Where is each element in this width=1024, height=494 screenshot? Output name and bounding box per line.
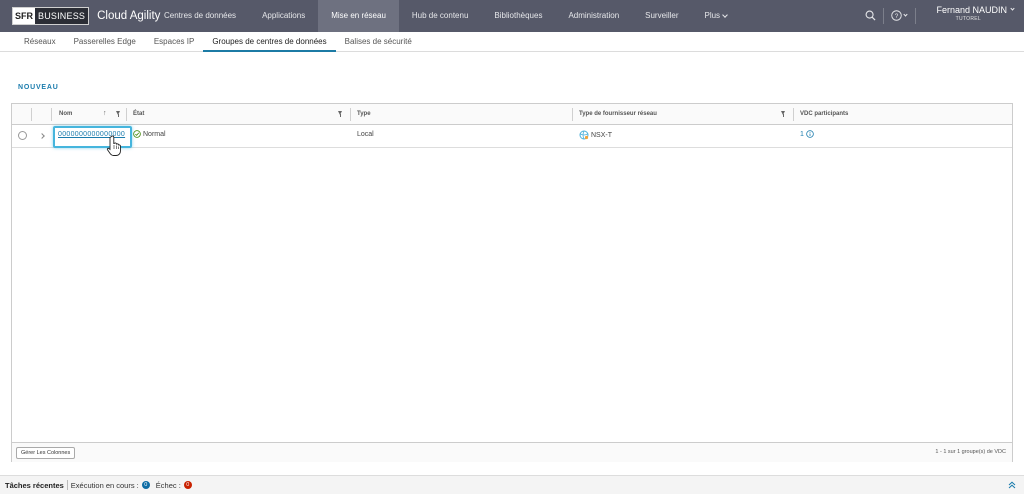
check-circle-icon: [133, 130, 141, 138]
nav-administration[interactable]: Administration: [555, 0, 632, 32]
nav-hub-de-contenu[interactable]: Hub de contenu: [399, 0, 482, 32]
recent-tasks-title[interactable]: Tâches récentes: [5, 481, 64, 490]
chevron-down-icon: [722, 11, 728, 18]
running-count-badge: 0: [141, 481, 150, 489]
sort-ascending-icon[interactable]: ↑: [103, 109, 107, 119]
help-icon: ?: [891, 10, 902, 21]
help-menu[interactable]: ?: [891, 10, 908, 21]
top-header: SFR BUSINESS Cloud Agility Centres de do…: [0, 0, 1024, 32]
hand-pointer-cursor-icon: [106, 135, 121, 156]
nav-plus[interactable]: Plus: [691, 0, 740, 32]
sub-nav: Réseaux Passerelles Edge Espaces IP Grou…: [0, 32, 1024, 52]
failed-tasks[interactable]: Échec : 0: [156, 481, 192, 490]
chevron-right-icon[interactable]: [39, 133, 45, 139]
grid-footer: Gérer Les Colonnes 1 - 1 sur 1 groupe(s)…: [12, 442, 1012, 462]
nav-surveiller[interactable]: Surveiller: [632, 0, 691, 32]
taskbar-divider: [66, 480, 68, 490]
nsx-globe-icon: [579, 130, 589, 140]
column-divider: [126, 108, 127, 121]
svg-text:?: ?: [895, 13, 899, 20]
running-tasks[interactable]: Exécution en cours : 0: [71, 481, 150, 490]
header-divider: [883, 8, 884, 24]
tab-espaces-ip[interactable]: Espaces IP: [145, 32, 203, 52]
column-header-nom[interactable]: Nom: [59, 104, 72, 124]
column-divider: [31, 108, 32, 121]
failed-count-badge: 0: [183, 481, 192, 489]
chevron-down-icon: [1010, 6, 1015, 11]
row-select-radio[interactable]: [18, 131, 27, 140]
state-text: Normal: [143, 130, 166, 138]
provider-text: NSX-T: [591, 131, 612, 139]
grid-header: Nom ↑ État Type Type de fournisseur rése…: [12, 104, 1012, 125]
column-header-vdc[interactable]: VDC participants: [800, 104, 848, 124]
filter-icon[interactable]: [781, 111, 785, 117]
nav-bibliotheques[interactable]: Bibliothèques: [481, 0, 555, 32]
table-row[interactable]: 0000000000000000 Normal Local NSX-T 1: [12, 125, 1012, 156]
main-nav: Centres de données Applications Mise en …: [151, 0, 740, 32]
filter-icon[interactable]: [338, 111, 342, 117]
user-menu[interactable]: Fernand NAUDIN TUTOREL: [924, 5, 1015, 22]
search-icon[interactable]: [865, 10, 876, 21]
tab-groupes-centres-de-donnees[interactable]: Groupes de centres de données: [203, 32, 336, 52]
user-name: Fernand NAUDIN: [936, 5, 1007, 15]
header-divider: [915, 8, 916, 24]
tab-passerelles-edge[interactable]: Passerelles Edge: [65, 32, 145, 52]
manage-columns-button[interactable]: Gérer Les Colonnes: [16, 447, 76, 459]
column-divider: [51, 108, 52, 121]
chevron-down-icon: [903, 11, 908, 17]
column-header-type[interactable]: Type: [357, 104, 371, 124]
nav-centres-de-donnees[interactable]: Centres de données: [151, 0, 249, 32]
new-button[interactable]: NOUVEAU: [18, 84, 59, 91]
column-divider: [793, 108, 794, 121]
logo-business-text: BUSINESS: [35, 8, 89, 24]
type-cell: Local: [357, 131, 374, 138]
vdc-groups-grid: Nom ↑ État Type Type de fournisseur rése…: [11, 103, 1013, 462]
column-header-fournisseur[interactable]: Type de fournisseur réseau: [579, 104, 657, 124]
user-name-row: Fernand NAUDIN: [924, 5, 1015, 15]
nav-mise-en-reseau[interactable]: Mise en réseau: [318, 0, 399, 32]
user-role: TUTOREL: [955, 16, 981, 22]
double-chevron-up-icon[interactable]: [1008, 481, 1016, 489]
sfr-business-logo: SFR BUSINESS: [12, 7, 90, 25]
filter-icon[interactable]: [116, 111, 120, 117]
logo-sfr-text: SFR: [13, 8, 35, 24]
failed-label: Échec :: [155, 480, 181, 490]
provider-cell: NSX-T: [579, 130, 612, 140]
tab-balises-de-securite[interactable]: Balises de sécurité: [336, 32, 421, 52]
pagination-text: 1 - 1 sur 1 groupe(s) de VDC: [935, 449, 1006, 455]
nav-applications[interactable]: Applications: [249, 0, 318, 32]
recent-tasks-bar[interactable]: Tâches récentes Exécution en cours : 0 É…: [0, 475, 1024, 494]
running-label: Exécution en cours :: [70, 480, 139, 490]
brand[interactable]: SFR BUSINESS Cloud Agility: [12, 7, 160, 25]
info-icon[interactable]: [806, 130, 814, 138]
nav-plus-label: Plus: [704, 11, 721, 20]
vdc-count[interactable]: 1: [800, 131, 804, 138]
column-divider: [572, 108, 573, 121]
vdc-cell[interactable]: 1: [800, 130, 814, 138]
column-header-etat[interactable]: État: [133, 104, 144, 124]
tab-reseaux[interactable]: Réseaux: [15, 32, 65, 52]
state-cell: Normal: [133, 130, 166, 138]
column-divider: [350, 108, 351, 121]
